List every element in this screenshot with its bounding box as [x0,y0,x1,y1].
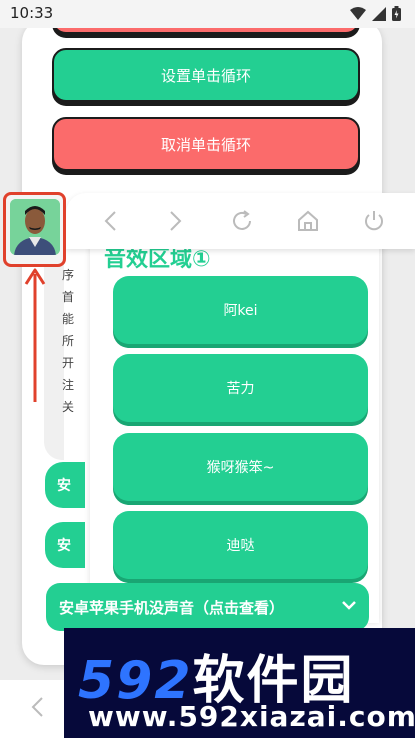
no-sound-help-banner[interactable]: 安卓苹果手机没声音（点击查看） [46,583,369,631]
browser-nav-bar [66,193,415,249]
battery-icon [392,6,401,21]
watermark-logo: 592软件园 www.592xiazai.com [64,628,415,738]
avatar-highlight-box[interactable] [3,192,66,267]
person-photo [10,199,60,255]
banner-label: 安卓苹果手机没声音（点击查看） [59,598,285,617]
power-icon[interactable] [356,203,392,239]
status-icons [350,6,401,21]
arrow-pointer-icon [24,268,46,402]
cancel-loop-button[interactable]: 取消单击循环 [52,117,360,171]
chevron-left-icon[interactable] [30,696,44,718]
chevron-left-icon[interactable] [92,203,128,239]
set-loop-button[interactable]: 设置单击循环 [52,48,360,102]
status-bar: 10:33 [0,0,415,28]
sound-effects-panel: 音效区域① 阿kei 苦力 猴呀猴笨~ 迪哒 [90,229,379,623]
home-icon[interactable] [290,203,326,239]
status-time: 10:33 [10,4,54,22]
refresh-icon[interactable] [224,203,260,239]
sound-button[interactable]: 猴呀猴笨~ [113,433,368,501]
sound-button[interactable]: 迪哒 [113,511,368,579]
chevron-down-icon[interactable] [341,597,357,613]
sound-button[interactable]: 阿kei [113,276,368,344]
signal-icon [372,6,386,21]
chevron-right-icon[interactable] [158,203,194,239]
foreground-app-card[interactable]: 音效区域① 阿kei 苦力 猴呀猴笨~ 迪哒 [66,193,415,623]
wifi-icon [350,6,366,20]
sound-button[interactable]: 苦力 [113,354,368,422]
watermark-url: www.592xiazai.com [88,700,415,733]
avatar[interactable] [10,199,60,255]
